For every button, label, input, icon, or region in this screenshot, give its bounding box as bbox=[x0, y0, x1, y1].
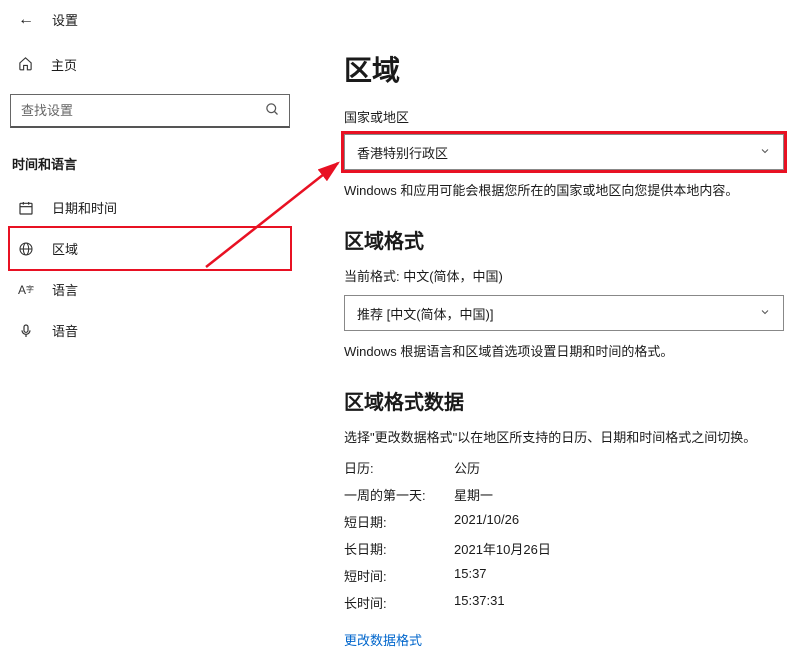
region-format-heading: 区域格式 bbox=[344, 225, 790, 254]
data-row: 短日期:2021/10/26 bbox=[344, 508, 790, 535]
calendar-icon bbox=[18, 200, 34, 216]
data-row: 短时间:15:37 bbox=[344, 562, 790, 589]
chevron-down-icon bbox=[759, 145, 771, 160]
change-data-format-link[interactable]: 更改数据格式 bbox=[344, 630, 790, 649]
region-format-hint: Windows 根据语言和区域首选项设置日期和时间的格式。 bbox=[344, 341, 790, 360]
search-icon bbox=[265, 102, 280, 120]
country-hint: Windows 和应用可能会根据您所在的国家或地区向您提供本地内容。 bbox=[344, 180, 790, 199]
language-icon: A字 bbox=[18, 282, 34, 298]
home-icon bbox=[18, 56, 33, 74]
region-format-value: 推荐 [中文(简体，中国)] bbox=[357, 304, 494, 323]
sidebar-item-label: 区域 bbox=[52, 239, 78, 258]
region-format-dropdown[interactable]: 推荐 [中文(简体，中国)] bbox=[344, 295, 784, 331]
country-label: 国家或地区 bbox=[344, 107, 790, 126]
current-format-label: 当前格式: 中文(简体，中国) bbox=[344, 266, 790, 285]
data-row: 长时间:15:37:31 bbox=[344, 589, 790, 616]
microphone-icon bbox=[18, 323, 34, 339]
sidebar-item-speech[interactable]: 语音 bbox=[10, 310, 290, 351]
country-value: 香港特别行政区 bbox=[357, 143, 448, 162]
data-row: 一周的第一天:星期一 bbox=[344, 481, 790, 508]
sidebar-item-label: 日期和时间 bbox=[52, 198, 117, 217]
data-heading: 区域格式数据 bbox=[344, 386, 790, 415]
sidebar-item-label: 语音 bbox=[52, 321, 78, 340]
globe-icon bbox=[18, 241, 34, 257]
content-area: 区域 国家或地区 香港特别行政区 Windows 和应用可能会根据您所在的国家或… bbox=[300, 35, 810, 660]
data-table: 日历:公历 一周的第一天:星期一 短日期:2021/10/26 长日期:2021… bbox=[344, 454, 790, 616]
country-dropdown[interactable]: 香港特别行政区 bbox=[344, 134, 784, 170]
sidebar-item-region[interactable]: 区域 bbox=[10, 228, 290, 269]
page-title: 区域 bbox=[344, 49, 790, 89]
window-title: 设置 bbox=[52, 10, 78, 29]
sidebar: 主页 时间和语言 日期和时间 区域 A字 语言 bbox=[0, 35, 300, 660]
sidebar-item-label: 语言 bbox=[52, 280, 78, 299]
data-desc: 选择"更改数据格式"以在地区所支持的日历、日期和时间格式之间切换。 bbox=[344, 427, 790, 446]
sidebar-item-datetime[interactable]: 日期和时间 bbox=[10, 187, 290, 228]
home-button[interactable]: 主页 bbox=[10, 49, 290, 80]
data-row: 日历:公历 bbox=[344, 454, 790, 481]
sidebar-item-language[interactable]: A字 语言 bbox=[10, 269, 290, 310]
home-label: 主页 bbox=[51, 55, 77, 74]
chevron-down-icon bbox=[759, 306, 771, 321]
back-button[interactable]: ← bbox=[18, 11, 34, 29]
category-label: 时间和语言 bbox=[10, 150, 290, 187]
data-row: 长日期:2021年10月26日 bbox=[344, 535, 790, 562]
search-input[interactable] bbox=[10, 94, 290, 128]
